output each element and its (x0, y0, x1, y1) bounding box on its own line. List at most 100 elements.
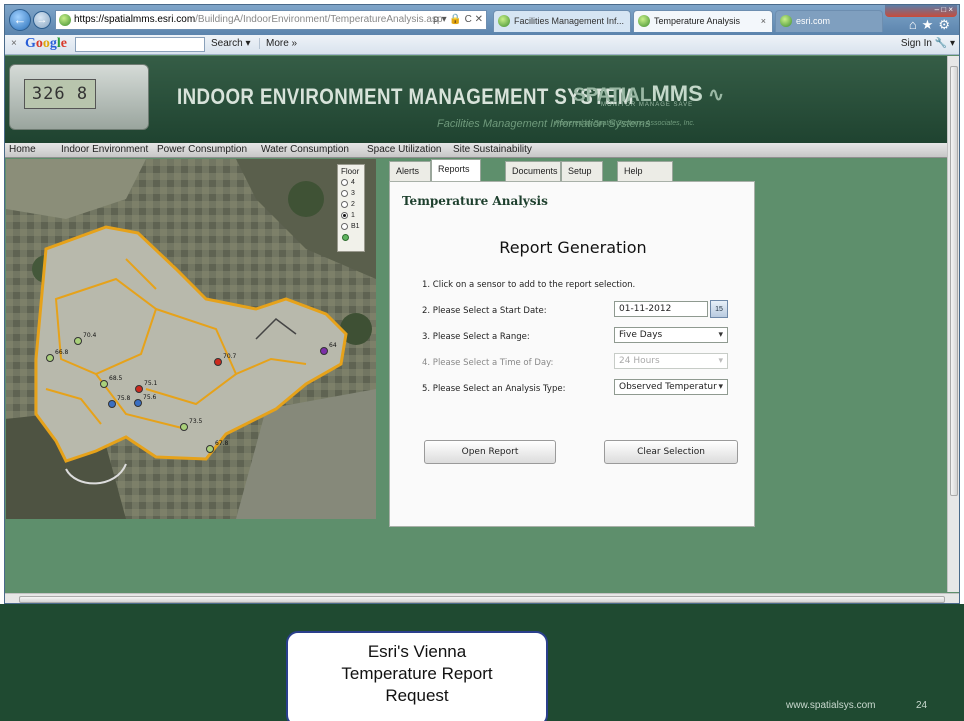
sensor-marker[interactable] (74, 337, 82, 345)
globe-icon (498, 15, 510, 27)
sensor-reading: 70.4 (83, 332, 97, 339)
sensor-marker[interactable] (134, 399, 142, 407)
nav-home[interactable]: Home (9, 144, 36, 155)
tab-esri[interactable]: esri.com (775, 10, 883, 32)
callout-box: Esri's Vienna Temperature Report Request (286, 631, 548, 721)
range-select[interactable]: Five Days (614, 327, 728, 343)
report-heading: Report Generation (499, 238, 647, 257)
step-1-label: 1. Click on a sensor to add to the repor… (422, 280, 636, 290)
forward-button[interactable]: → (33, 11, 51, 29)
floor-option-1[interactable]: 1 (341, 210, 361, 221)
analysis-type-select[interactable]: Observed Temperatur (614, 379, 728, 395)
sensor-marker[interactable] (214, 358, 222, 366)
site-icon (59, 14, 71, 26)
app-header: 326 8 INDOOR ENVIRONMENT MANAGEMENT SYST… (5, 56, 959, 143)
nav-water-consumption[interactable]: Water Consumption (261, 144, 349, 155)
pulse-icon: ∿ (708, 85, 724, 106)
tab-documents[interactable]: Documents (505, 161, 561, 181)
sensor-reading: 68.5 (109, 375, 123, 382)
sensor-marker[interactable] (135, 385, 143, 393)
thermostat-display: 326 8 (24, 79, 96, 109)
window-controls[interactable]: – □ × (885, 5, 957, 17)
home-favorites-settings-icons[interactable]: ⌂★⚙ (909, 17, 955, 33)
sensor-reading: 73.5 (189, 418, 203, 425)
address-tools[interactable]: ρ ▾ 🔒 C ✕ (433, 11, 483, 29)
nav-power-consumption[interactable]: Power Consumption (157, 144, 247, 155)
tab-temperature-analysis[interactable]: Temperature Analysis × (633, 10, 773, 32)
thermostat-image: 326 8 (9, 64, 149, 130)
address-bar[interactable]: https://spatialmms.esri.com/BuildingA/In… (55, 10, 487, 30)
scroll-thumb[interactable] (19, 596, 945, 603)
back-button[interactable]: ← (9, 9, 31, 31)
toolbar-close-icon[interactable]: × (11, 38, 17, 49)
sensor-marker[interactable] (206, 445, 214, 453)
report-panel: Temperature Analysis Report Generation 1… (389, 181, 755, 527)
radio-button (341, 190, 348, 197)
toolbar-more-button[interactable]: More » (259, 38, 297, 49)
sensor-marker[interactable] (320, 347, 328, 355)
globe-icon (638, 15, 650, 27)
building-map[interactable]: 64 70.7 75.1 75.6 75.8 66.8 68.5 70.4 73.5 67.8 F… (6, 159, 376, 519)
page-number: 24 (916, 700, 928, 711)
sensor-reading: 75.8 (117, 395, 131, 402)
google-logo: Google (25, 36, 67, 51)
floor-option-2[interactable]: 2 (341, 199, 361, 210)
tab-label: Temperature Analysis (654, 16, 741, 26)
sensor-marker[interactable] (108, 400, 116, 408)
sensor-marker[interactable] (180, 423, 188, 431)
tab-label: Facilities Management Inf... (514, 16, 625, 26)
floor-title: Floor (341, 167, 360, 176)
callout-line-2: Temperature Report (341, 664, 493, 683)
tab-close-icon[interactable]: × (761, 11, 766, 31)
address-path: /BuildingA/IndoorEnvironment/Temperature… (195, 14, 443, 25)
nav-site-sustainability[interactable]: Site Sustainability (453, 144, 532, 155)
globe-icon (780, 15, 792, 27)
slide-footer: Esri's Vienna Temperature Report Request… (0, 604, 964, 721)
google-search-input[interactable] (75, 37, 205, 52)
horizontal-scrollbar[interactable] (5, 593, 959, 603)
floor-option-b1[interactable]: B1 (341, 221, 361, 232)
radio-button (341, 179, 348, 186)
sensor-marker[interactable] (100, 380, 108, 388)
step-3-label: 3. Please Select a Range: (422, 332, 530, 342)
layer-toggle-icon[interactable] (342, 234, 349, 241)
toolbar-search-button[interactable]: Search ▾ (211, 38, 250, 49)
sensor-marker[interactable] (46, 354, 54, 362)
time-of-day-select[interactable]: 24 Hours (614, 353, 728, 369)
scroll-thumb[interactable] (950, 66, 958, 496)
start-date-input[interactable]: 01-11-2012 (614, 301, 708, 317)
toolbar-signin-button[interactable]: Sign In 🔧 ▾ (901, 38, 955, 49)
sensor-reading: 75.6 (143, 394, 157, 401)
browser-titlebar: ← → https://spatialmms.esri.com/Building… (5, 5, 959, 35)
calendar-icon[interactable]: 15 (710, 300, 728, 318)
radio-button-selected (341, 212, 348, 219)
nav-indoor-environment[interactable]: Indoor Environment (61, 144, 148, 155)
radio-button (341, 201, 348, 208)
tab-facilities-management[interactable]: Facilities Management Inf... (493, 10, 631, 32)
panel-title: Temperature Analysis (402, 194, 548, 208)
app-title: INDOOR ENVIRONMENT MANAGEMENT SYSTEM (177, 84, 634, 109)
sensor-reading: 67.8 (215, 440, 229, 447)
google-toolbar: × Google Search ▾ More » Sign In 🔧 ▾ (5, 35, 959, 55)
floor-option-4[interactable]: 4 (341, 177, 361, 188)
main-nav: Home Indoor Environment Power Consumptio… (5, 143, 959, 158)
vertical-scrollbar[interactable] (947, 56, 959, 592)
radio-button (341, 223, 348, 230)
brand-tagline: MONITOR MANAGE SAVE (601, 102, 694, 108)
step-2-label: 2. Please Select a Start Date: (422, 306, 547, 316)
callout-line-1: Esri's Vienna (367, 642, 467, 661)
content-area: 64 70.7 75.1 75.6 75.8 66.8 68.5 70.4 73.5 67.8 F… (5, 159, 959, 593)
tab-setup[interactable]: Setup (561, 161, 603, 181)
floor-selector: Floor 4 3 2 1 B1 (337, 164, 365, 252)
floor-option-3[interactable]: 3 (341, 188, 361, 199)
sensor-reading: 70.7 (223, 353, 237, 360)
nav-space-utilization[interactable]: Space Utilization (367, 144, 441, 155)
tab-alerts[interactable]: Alerts (389, 161, 431, 181)
tab-help[interactable]: Help (617, 161, 673, 181)
sensor-reading: 75.1 (144, 380, 158, 387)
address-host: https://spatialmms.esri.com (74, 14, 196, 25)
clear-selection-button[interactable]: Clear Selection (604, 440, 738, 464)
open-report-button[interactable]: Open Report (424, 440, 556, 464)
sensor-reading: 66.8 (55, 349, 69, 356)
tab-reports[interactable]: Reports (431, 159, 481, 181)
